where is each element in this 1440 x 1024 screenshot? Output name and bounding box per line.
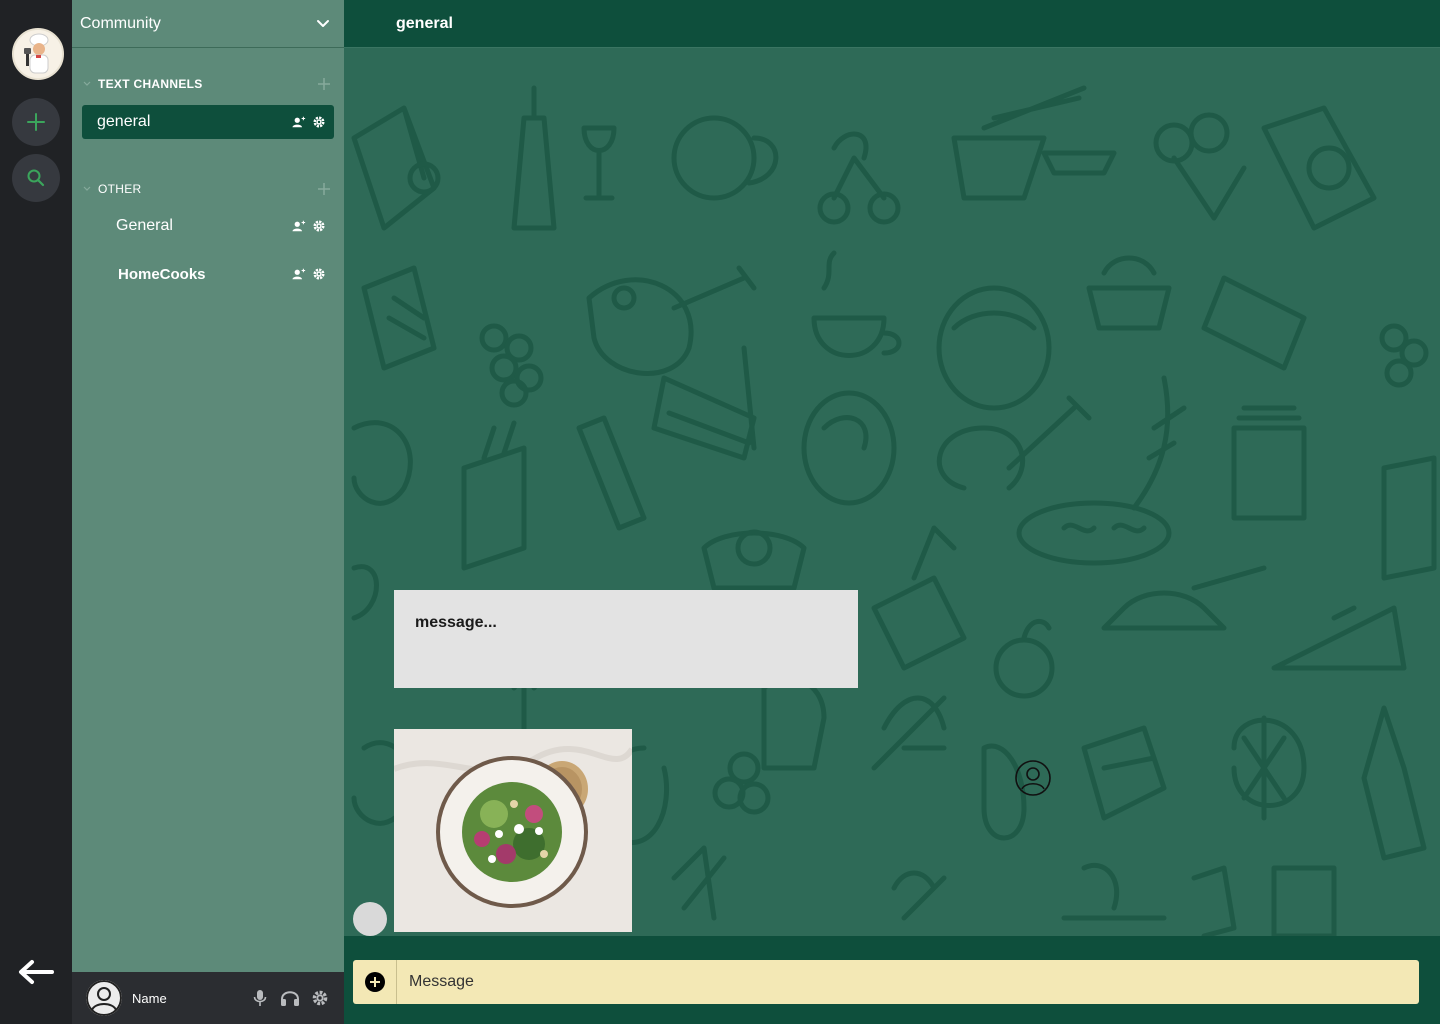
gear-icon[interactable]	[312, 219, 326, 233]
gear-icon[interactable]	[312, 115, 326, 129]
message-image-salad[interactable]	[394, 729, 632, 932]
invite-user-icon[interactable]	[292, 115, 306, 129]
invite-user-icon[interactable]	[292, 219, 306, 233]
category-other[interactable]: OTHER	[82, 181, 332, 197]
salad-bowl-image	[394, 729, 632, 932]
message-input[interactable]	[397, 960, 1419, 1004]
message-text: message...	[415, 614, 497, 631]
channel-name: General	[116, 217, 173, 234]
message-composer	[353, 960, 1419, 1004]
add-channel-icon[interactable]	[316, 76, 332, 92]
attach-button[interactable]	[353, 960, 397, 1004]
channel-sidebar: Community TEXT CHANNELS general OTHER Ge…	[72, 0, 344, 1024]
channel-name: general	[97, 113, 151, 130]
gear-icon[interactable]	[310, 988, 330, 1008]
explore-servers-button[interactable]	[12, 154, 60, 202]
user-icon	[1015, 760, 1051, 796]
search-icon	[27, 169, 45, 187]
user-avatar[interactable]	[86, 980, 122, 1016]
channel-name: HomeCooks	[118, 265, 206, 283]
message-author-avatar[interactable]	[353, 902, 387, 936]
chevron-down-icon	[82, 184, 92, 194]
chef-avatar-image	[14, 30, 62, 78]
back-button[interactable]	[14, 950, 58, 994]
message-card: message...	[394, 590, 858, 688]
microphone-icon[interactable]	[250, 988, 270, 1008]
chat-area: general message...	[344, 0, 1440, 1024]
category-label: TEXT CHANNELS	[98, 77, 203, 91]
user-panel: Name	[72, 972, 344, 1024]
gear-icon[interactable]	[312, 267, 326, 281]
plus-icon	[27, 113, 45, 131]
add-channel-icon[interactable]	[316, 181, 332, 197]
chevron-down-icon	[82, 79, 92, 89]
user-name: Name	[132, 990, 167, 1006]
plus-circle-icon	[364, 972, 385, 992]
user-icon	[86, 980, 122, 1016]
channel-title: general	[396, 14, 453, 32]
channel-item-general-other[interactable]: General	[82, 209, 334, 243]
channel-item-homecooks[interactable]: HomeCooks	[82, 257, 334, 291]
category-text-channels[interactable]: TEXT CHANNELS	[82, 76, 332, 92]
category-label: OTHER	[98, 182, 142, 196]
channel-header: general	[344, 0, 1440, 48]
channel-item-general[interactable]: general	[82, 105, 334, 139]
add-server-button[interactable]	[12, 98, 60, 146]
invite-user-icon[interactable]	[292, 267, 306, 281]
server-name: Community	[80, 14, 161, 32]
server-rail	[0, 0, 72, 1024]
arrow-left-icon	[19, 960, 54, 984]
server-menu-header[interactable]: Community	[72, 0, 344, 48]
user-profile-icon[interactable]	[1014, 759, 1052, 797]
server-avatar[interactable]	[12, 28, 64, 80]
headphones-icon[interactable]	[280, 988, 300, 1008]
chevron-down-icon	[317, 19, 329, 27]
